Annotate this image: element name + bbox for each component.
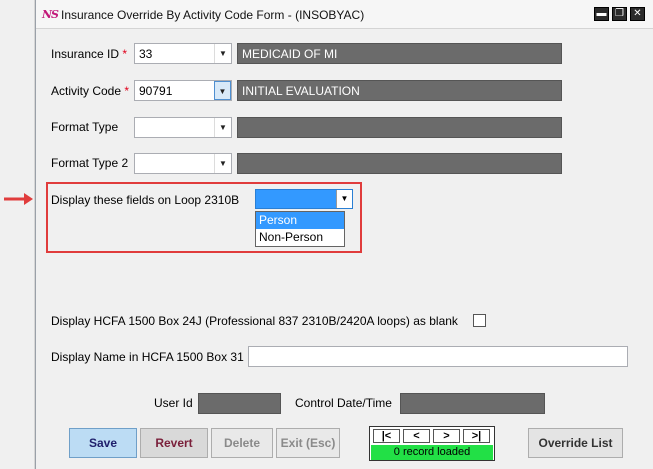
option-person[interactable]: Person <box>256 212 344 229</box>
required-marker: * <box>124 84 130 98</box>
title-bar: NS Insurance Override By Activity Code F… <box>36 0 653 29</box>
red-arrow-icon <box>4 193 33 205</box>
minimize-button[interactable]: ▬ <box>594 7 609 21</box>
chevron-down-icon[interactable]: ▼ <box>214 44 231 63</box>
close-button[interactable]: ✕ <box>630 7 645 21</box>
delete-button[interactable]: Delete <box>211 428 273 458</box>
save-button[interactable]: Save <box>69 428 137 458</box>
close-icon: ✕ <box>633 8 642 19</box>
record-navigator: |< < > >| 0 record loaded <box>369 426 495 461</box>
activity-code-value: 90791 <box>139 84 173 98</box>
restore-button[interactable]: ❐ <box>612 7 627 21</box>
form-window: NS Insurance Override By Activity Code F… <box>4 0 653 469</box>
required-marker: * <box>122 47 128 61</box>
option-non-person[interactable]: Non-Person <box>256 229 344 246</box>
left-panel-strip <box>0 0 35 469</box>
activity-code-dropdown[interactable]: 90791 ▼ <box>134 80 232 101</box>
control-date-label: Control Date/Time <box>295 396 392 410</box>
format-type-2-label: Format Type 2 <box>51 156 129 170</box>
next-record-button[interactable]: > <box>433 429 460 443</box>
chevron-down-icon[interactable]: ▼ <box>214 81 231 100</box>
hcfa-24j-label: Display HCFA 1500 Box 24J (Professional … <box>51 314 458 328</box>
loop-2310b-options-list: Person Non-Person <box>255 211 345 247</box>
window-title: Insurance Override By Activity Code Form… <box>61 8 365 22</box>
hcfa-box31-input[interactable] <box>248 346 628 367</box>
format-type-2-dropdown[interactable]: ▼ <box>134 153 232 174</box>
insurance-id-dropdown[interactable]: 33 ▼ <box>134 43 232 64</box>
insurance-id-value: 33 <box>139 47 153 61</box>
activity-code-label: Activity Code * <box>51 84 130 98</box>
insurance-id-label: Insurance ID * <box>51 47 128 61</box>
format-type-description <box>237 117 562 138</box>
app-logo-icon: NS <box>42 8 59 21</box>
loop-2310b-label: Display these fields on Loop 2310B <box>51 193 240 207</box>
format-type-dropdown[interactable]: ▼ <box>134 117 232 138</box>
activity-description-field: INITIAL EVALUATION <box>237 80 562 101</box>
loop-2310b-dropdown[interactable]: ▼ <box>255 189 353 209</box>
minimize-icon: ▬ <box>596 8 607 19</box>
record-status: 0 record loaded <box>371 445 493 460</box>
hcfa-24j-checkbox[interactable] <box>473 314 486 327</box>
user-id-field <box>198 393 281 414</box>
control-date-field <box>400 393 545 414</box>
last-record-button[interactable]: >| <box>463 429 490 443</box>
previous-record-button[interactable]: < <box>403 429 430 443</box>
chevron-down-icon[interactable]: ▼ <box>336 190 352 208</box>
format-type-2-description <box>237 153 562 174</box>
restore-icon: ❐ <box>615 8 624 19</box>
hcfa-box31-label: Display Name in HCFA 1500 Box 31 <box>51 350 244 364</box>
first-record-button[interactable]: |< <box>373 429 400 443</box>
chevron-down-icon[interactable]: ▼ <box>214 118 231 137</box>
format-type-label: Format Type <box>51 120 119 134</box>
override-list-button[interactable]: Override List <box>528 428 623 458</box>
insurance-name-field: MEDICAID OF MI <box>237 43 562 64</box>
revert-button[interactable]: Revert <box>140 428 208 458</box>
chevron-down-icon[interactable]: ▼ <box>214 154 231 173</box>
exit-button[interactable]: Exit (Esc) <box>276 428 340 458</box>
user-id-label: User Id <box>154 396 193 410</box>
